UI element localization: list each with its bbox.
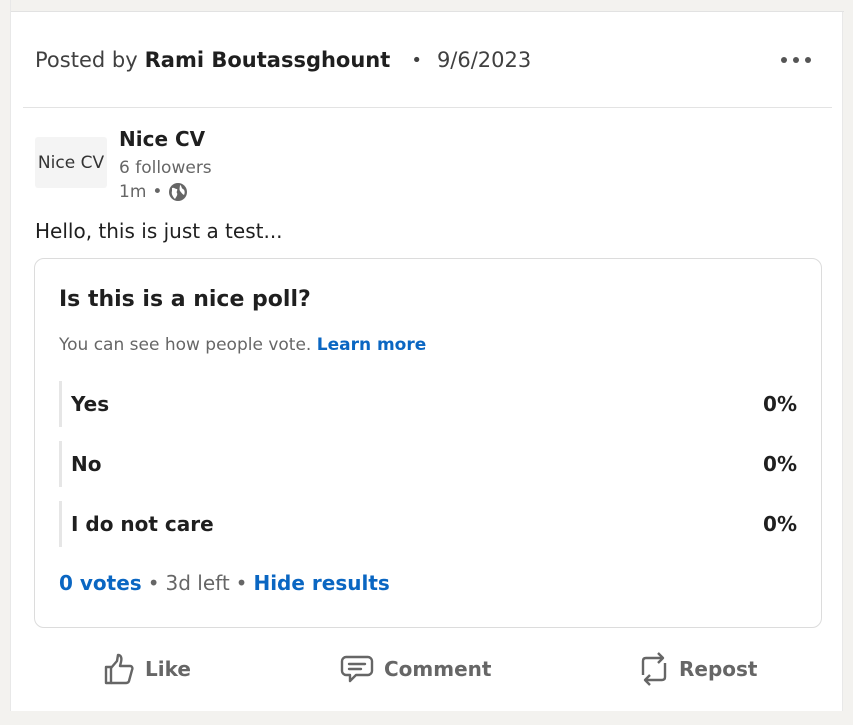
post-date: 9/6/2023	[436, 48, 532, 72]
header-bullet: •	[411, 49, 422, 71]
poll-option[interactable]: No 0%	[59, 441, 797, 487]
globe-icon	[168, 182, 188, 202]
post-body-text: Hello, this is just a test...	[35, 219, 283, 243]
post-header: Posted by Rami Boutassghount • 9/6/2023	[35, 44, 531, 76]
more-dot-icon	[781, 57, 787, 63]
comment-label: Comment	[384, 657, 492, 681]
learn-more-link[interactable]: Learn more	[317, 335, 427, 355]
footer-bullet: •	[235, 571, 248, 595]
poll-option[interactable]: Yes 0%	[59, 381, 797, 427]
comment-icon	[340, 655, 374, 683]
poll-time-left: 3d left	[165, 571, 230, 595]
company-followers: 6 followers	[119, 158, 212, 178]
more-options-button[interactable]	[777, 48, 815, 72]
poll-option-percent: 0%	[763, 512, 797, 536]
thumbs-up-icon	[104, 653, 134, 685]
like-button[interactable]: Like	[103, 640, 191, 698]
poll-option-label: Yes	[71, 392, 110, 416]
more-dot-icon	[793, 57, 799, 63]
meta-bullet: •	[152, 182, 163, 202]
poll-option-percent: 0%	[763, 392, 797, 416]
header-divider	[23, 107, 832, 108]
poll-option[interactable]: I do not care 0%	[59, 501, 797, 547]
poll-option-label: I do not care	[71, 512, 214, 536]
social-actions-bar: Like Comment Repost	[11, 640, 844, 698]
poll-option-percent: 0%	[763, 452, 797, 476]
poll-visibility-note: You can see how people vote. Learn more	[59, 335, 426, 355]
company-logo[interactable]: Nice CV	[35, 137, 107, 188]
posted-by-label: Posted by	[35, 48, 138, 72]
poll-question: Is this is a nice poll?	[59, 287, 311, 312]
poll-option-label: No	[71, 452, 102, 476]
comment-button[interactable]: Comment	[340, 640, 491, 698]
repost-label: Repost	[679, 657, 758, 681]
post-meta: 1m •	[119, 182, 188, 202]
poll-note-text: You can see how people vote.	[59, 335, 312, 355]
hide-results-link[interactable]: Hide results	[253, 571, 389, 595]
like-label: Like	[145, 657, 191, 681]
author-name[interactable]: Rami Boutassghount	[145, 48, 391, 72]
post-card: Posted by Rami Boutassghount • 9/6/2023 …	[10, 0, 844, 711]
poll-card: Is this is a nice poll? You can see how …	[34, 258, 822, 628]
footer-bullet: •	[147, 571, 160, 595]
repost-icon	[641, 652, 667, 686]
votes-link[interactable]: 0 votes	[59, 571, 142, 595]
more-dot-icon	[805, 57, 811, 63]
top-bar	[11, 0, 844, 12]
repost-button[interactable]: Repost	[639, 640, 758, 698]
post-age: 1m	[119, 182, 147, 202]
company-name[interactable]: Nice CV	[119, 127, 205, 151]
poll-footer: 0 votes • 3d left • Hide results	[59, 571, 390, 595]
